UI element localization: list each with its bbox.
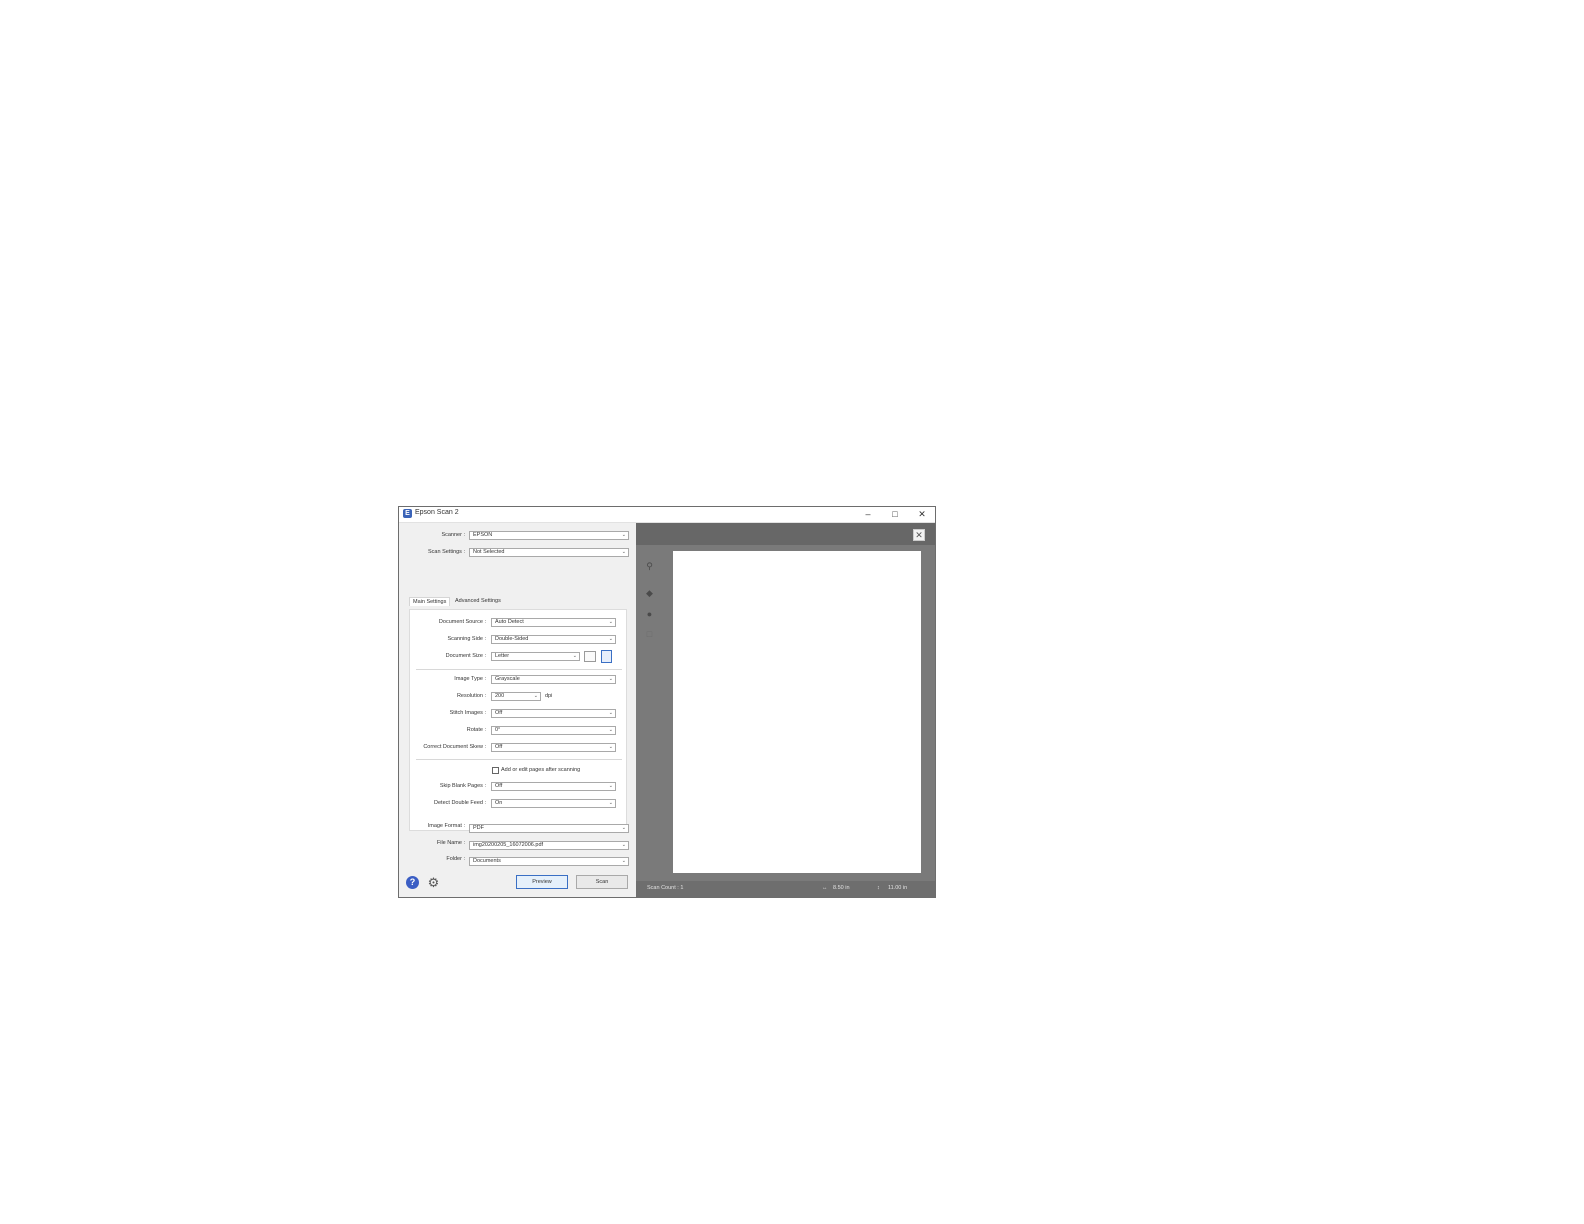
chevron-down-icon: ⌄ xyxy=(608,676,613,682)
resolution-label: Resolution : xyxy=(456,693,486,699)
add-edit-pages-label: Add or edit pages after scanning xyxy=(501,767,581,773)
scanner-value: EPSON xyxy=(473,532,493,538)
chevron-down-icon: ⌄ xyxy=(533,693,538,699)
folder-value: Documents xyxy=(473,858,501,864)
preview-button[interactable]: Preview xyxy=(516,875,568,889)
chevron-down-icon: ⌄ xyxy=(621,549,626,555)
landscape-orientation-icon[interactable] xyxy=(584,651,596,662)
image-type-select[interactable]: Grayscale ⌄ xyxy=(491,675,616,684)
close-button[interactable]: ✕ xyxy=(909,507,935,522)
portrait-orientation-icon[interactable] xyxy=(601,650,612,663)
document-size-value: Letter xyxy=(495,653,510,659)
app-logo-icon: E xyxy=(403,509,412,518)
scanning-side-value: Double-Sided xyxy=(495,636,529,642)
tab-advanced-settings[interactable]: Advanced Settings xyxy=(455,598,501,604)
chevron-down-icon: ⌄ xyxy=(608,636,613,642)
help-icon[interactable]: ? xyxy=(406,876,419,889)
chevron-down-icon: ⌄ xyxy=(608,619,613,625)
stitch-images-label: Stitch Images : xyxy=(449,710,486,716)
document-size-select[interactable]: Letter ⌄ xyxy=(491,652,580,661)
skip-blank-select[interactable]: Off ⌄ xyxy=(491,782,616,791)
file-name-label: File Name : xyxy=(436,840,465,846)
chevron-down-icon: ⌄ xyxy=(621,842,626,848)
scanner-select[interactable]: EPSON ⌄ xyxy=(469,531,629,540)
height-icon: ↕ xyxy=(877,885,880,891)
width-icon: ↔ xyxy=(822,885,828,891)
detect-double-feed-select[interactable]: On ⌄ xyxy=(491,799,616,808)
add-edit-pages-checkbox[interactable] xyxy=(492,767,499,774)
correct-skew-label: Correct Document Skew : xyxy=(423,744,486,750)
scanning-side-label: Scanning Side : xyxy=(447,636,486,642)
scan-count: Scan Count : 1 xyxy=(647,885,684,891)
file-name-value: img20200205_16072006.pdf xyxy=(473,842,544,848)
image-format-select[interactable]: PDF ⌄ xyxy=(469,824,629,833)
chevron-down-icon: ⌄ xyxy=(621,858,626,864)
minimize-button[interactable]: – xyxy=(855,507,881,522)
page-height: 11.00 in xyxy=(888,885,908,891)
resolution-select[interactable]: 200 ⌄ xyxy=(491,692,541,701)
tab-main-settings[interactable]: Main Settings xyxy=(409,597,451,606)
folder-label: Folder : xyxy=(446,856,465,862)
rotate-value: 0° xyxy=(495,727,501,733)
scan-settings-select[interactable]: Not Selected ⌄ xyxy=(469,548,629,557)
rotate-icon[interactable]: ◆ xyxy=(644,588,655,599)
correct-skew-select[interactable]: Off ⌄ xyxy=(491,743,616,752)
window-title: Epson Scan 2 xyxy=(415,509,459,516)
chevron-down-icon: ⌄ xyxy=(608,744,613,750)
skip-blank-label: Skip Blank Pages : xyxy=(439,783,486,789)
chevron-down-icon: ⌄ xyxy=(608,783,613,789)
scan-settings-value: Not Selected xyxy=(473,549,505,555)
file-name-select[interactable]: img20200205_16072006.pdf ⌄ xyxy=(469,841,629,850)
title-bar: E Epson Scan 2 – □ ✕ xyxy=(399,507,935,523)
chevron-down-icon: ⌄ xyxy=(608,710,613,716)
main-settings-panel: Document Source : Auto Detect ⌄ Scanning… xyxy=(409,609,627,831)
image-type-label: Image Type : xyxy=(454,676,486,682)
scan-button[interactable]: Scan xyxy=(576,875,628,889)
correct-skew-value: Off xyxy=(495,744,503,750)
scan-settings-label: Scan Settings : xyxy=(428,549,465,555)
image-format-value: PDF xyxy=(473,825,484,831)
stitch-images-value: Off xyxy=(495,710,503,716)
preview-status-bar: Scan Count : 1 ↔ 8.50 in ↕ 11.00 in xyxy=(636,881,935,897)
chevron-down-icon: ⌄ xyxy=(621,532,626,538)
scanning-side-select[interactable]: Double-Sided ⌄ xyxy=(491,635,616,644)
maximize-button[interactable]: □ xyxy=(882,507,908,522)
folder-select[interactable]: Documents ⌄ xyxy=(469,857,629,866)
divider xyxy=(416,669,622,670)
resolution-unit: dpi xyxy=(545,693,553,699)
crop-icon[interactable]: □ xyxy=(644,629,655,640)
settings-pane: Scanner : EPSON ⌄ Scan Settings : Not Se… xyxy=(399,523,635,897)
detect-double-feed-value: On xyxy=(495,800,503,806)
skip-blank-value: Off xyxy=(495,783,503,789)
rotate-select[interactable]: 0° ⌄ xyxy=(491,726,616,735)
image-format-label: Image Format : xyxy=(427,823,465,829)
chevron-down-icon: ⌄ xyxy=(572,653,577,659)
gear-icon[interactable]: ⚙ xyxy=(427,876,440,889)
zoom-icon[interactable]: ⚲ xyxy=(644,561,655,572)
page-width: 8.50 in xyxy=(833,885,850,891)
settings-icon[interactable]: ● xyxy=(644,609,655,620)
rotate-label: Rotate : xyxy=(466,727,486,733)
document-source-value: Auto Detect xyxy=(495,619,524,625)
preview-toolbar xyxy=(636,523,935,545)
resolution-value: 200 xyxy=(495,693,505,699)
close-preview-icon[interactable]: ✕ xyxy=(913,529,925,541)
document-source-label: Document Source : xyxy=(438,619,486,625)
chevron-down-icon: ⌄ xyxy=(621,825,626,831)
document-size-label: Document Size : xyxy=(445,653,486,659)
stitch-images-select[interactable]: Off ⌄ xyxy=(491,709,616,718)
preview-pane: ✕ ⚲ ◆ ● □ Scan Count : 1 ↔ 8.50 in ↕ 11.… xyxy=(636,523,935,897)
document-source-select[interactable]: Auto Detect ⌄ xyxy=(491,618,616,627)
preview-page xyxy=(673,551,921,873)
chevron-down-icon: ⌄ xyxy=(608,800,613,806)
image-type-value: Grayscale xyxy=(495,676,520,682)
chevron-down-icon: ⌄ xyxy=(608,727,613,733)
detect-double-feed-label: Detect Double Feed : xyxy=(434,800,486,806)
divider xyxy=(416,759,622,760)
scanner-label: Scanner : xyxy=(441,532,465,538)
epson-scan-window: E Epson Scan 2 – □ ✕ Scanner : EPSON ⌄ S… xyxy=(398,506,936,898)
